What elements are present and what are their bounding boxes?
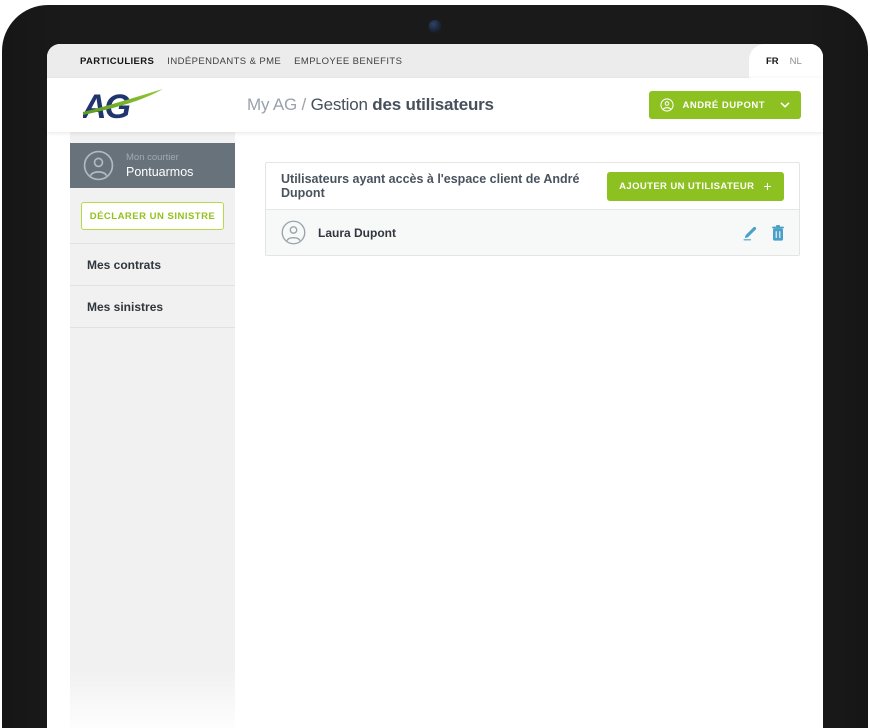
sidebar-item-mes-contrats[interactable]: Mes contrats <box>70 244 235 286</box>
broker-avatar-icon <box>83 150 114 181</box>
broker-name: Pontuarmos <box>126 165 193 179</box>
nav-item-particuliers[interactable]: PARTICULIERS <box>80 56 154 67</box>
nav-item-employee-benefits[interactable]: EMPLOYEE BENEFITS <box>294 56 402 67</box>
segment-nav: PARTICULIERS INDÉPENDANTS & PME EMPLOYEE… <box>80 56 402 67</box>
plus-icon: + <box>763 179 772 193</box>
content-area: Mon courtier Pontuarmos DÉCLARER UN SINI… <box>47 132 823 728</box>
declare-claim-button[interactable]: DÉCLARER UN SINISTRE <box>81 202 224 230</box>
main-panel: Utilisateurs ayant accès à l'espace clie… <box>235 132 823 728</box>
user-menu-label: ANDRÉ DUPONT <box>682 100 765 111</box>
user-list-row: Laura Dupont <box>266 209 799 255</box>
users-card: Utilisateurs ayant accès à l'espace clie… <box>265 162 800 256</box>
add-user-button[interactable]: AJOUTER UN UTILISATEUR + <box>607 172 784 201</box>
app-header: AG My AG / Gestion des utilisateurs ANDR… <box>47 78 823 132</box>
camera-dot-icon <box>429 20 442 33</box>
broker-info: Mon courtier Pontuarmos <box>126 152 193 179</box>
row-actions <box>742 224 784 241</box>
app-screen: PARTICULIERS INDÉPENDANTS & PME EMPLOYEE… <box>47 44 823 728</box>
chevron-down-icon <box>780 102 790 108</box>
svg-text:AG: AG <box>83 88 131 123</box>
nav-item-independants-pme[interactable]: INDÉPENDANTS & PME <box>167 56 281 67</box>
tablet-frame: PARTICULIERS INDÉPENDANTS & PME EMPLOYEE… <box>2 5 868 728</box>
user-avatar-icon <box>281 220 306 245</box>
edit-user-button[interactable] <box>742 224 759 241</box>
sidebar: Mon courtier Pontuarmos DÉCLARER UN SINI… <box>70 132 235 728</box>
broker-label: Mon courtier <box>126 152 193 163</box>
ag-logo[interactable]: AG <box>83 87 163 123</box>
user-name: Laura Dupont <box>318 226 742 240</box>
users-card-title: Utilisateurs ayant accès à l'espace clie… <box>281 172 607 200</box>
language-fr[interactable]: FR <box>766 56 779 67</box>
utility-nav-bar: PARTICULIERS INDÉPENDANTS & PME EMPLOYEE… <box>47 44 823 78</box>
user-menu-button[interactable]: ANDRÉ DUPONT <box>649 91 801 119</box>
language-nl[interactable]: NL <box>790 56 802 67</box>
users-card-header: Utilisateurs ayant accès à l'espace clie… <box>266 163 799 209</box>
user-circle-icon <box>660 98 674 112</box>
pencil-icon <box>742 224 759 241</box>
page-title: My AG / Gestion des utilisateurs <box>247 95 494 115</box>
sidebar-menu: Mes contrats Mes sinistres <box>70 243 235 328</box>
add-user-label: AJOUTER UN UTILISATEUR <box>619 181 754 192</box>
delete-user-button[interactable] <box>772 225 784 241</box>
breadcrumb-section: Gestion <box>311 95 373 114</box>
breadcrumb-prefix: My AG / <box>247 95 311 114</box>
broker-card[interactable]: Mon courtier Pontuarmos <box>70 143 235 188</box>
sidebar-item-mes-sinistres[interactable]: Mes sinistres <box>70 286 235 328</box>
language-switcher: FR NL <box>749 44 823 78</box>
trash-icon <box>772 225 784 241</box>
breadcrumb-current: des utilisateurs <box>372 95 494 114</box>
